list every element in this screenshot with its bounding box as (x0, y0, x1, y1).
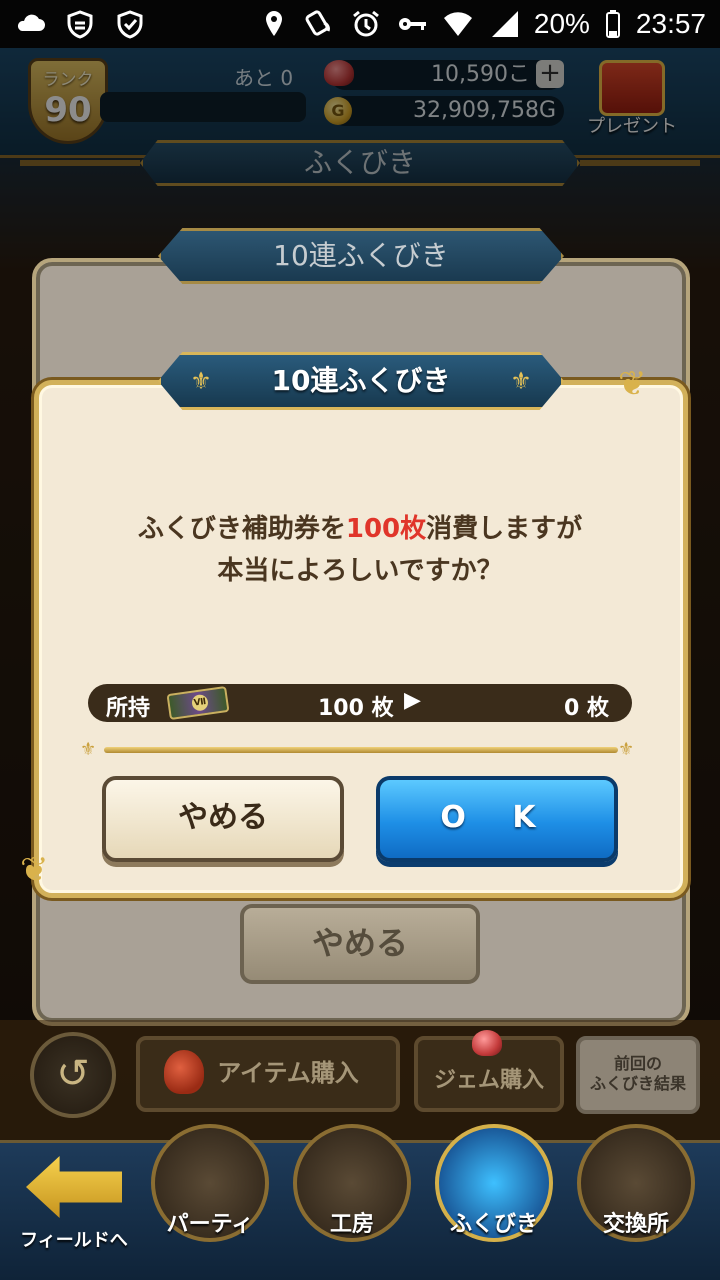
back-button[interactable]: ↺ (30, 1032, 116, 1118)
dialog-title: 10連ふくびき (158, 352, 564, 410)
nav-exchange-label: 交換所 (602, 1212, 669, 1237)
wifi-icon (443, 12, 472, 37)
signal-icon (491, 11, 518, 37)
message-line-1: ふくびき補助券を100枚消費しますが (60, 508, 660, 550)
divider-end-icon: ⚜ (618, 739, 635, 760)
prev-result-line-2: ふくびき結果 (589, 1074, 686, 1093)
shield-check-icon (67, 10, 93, 39)
divider-end-icon: ⚜ (80, 739, 97, 760)
message-prefix: ふくびき補助券を (137, 514, 346, 544)
nav-fukubiki[interactable]: ふくびき (430, 1124, 558, 1274)
cancel-button[interactable]: やめる (102, 776, 344, 862)
fleur-icon: ⚜ (510, 367, 532, 395)
nav-fukubiki-label: ふくびき (449, 1212, 538, 1237)
nav-party[interactable]: パーティ (146, 1124, 274, 1274)
location-icon (265, 11, 282, 36)
nfc-icon (305, 10, 330, 36)
ticket-count-highlight: 100枚 (345, 514, 427, 544)
ok-button[interactable]: O K (376, 776, 618, 862)
arrow-right-icon: ▶ (404, 688, 421, 713)
nav-workshop-label: 工房 (329, 1212, 374, 1237)
holdings-bar: 所持 Ⅶ 100 枚 ▶ 0 枚 (88, 684, 632, 722)
nav-exchange[interactable]: 交換所 (572, 1124, 700, 1274)
message-line-2: 本当によろしいですか？ (217, 556, 503, 586)
prev-result-line-1: 前回の (613, 1054, 662, 1073)
alarm-icon (352, 10, 379, 37)
nav-workshop[interactable]: 工房 (288, 1124, 416, 1274)
nav-party-label: パーティ (166, 1212, 254, 1237)
confirm-message: ふくびき補助券を100枚消費しますが 本当によろしいですか？ (60, 508, 660, 592)
fleur-icon: ⚜ (190, 367, 212, 395)
corner-ornament-icon: ❦ (20, 850, 49, 890)
gem-purchase-label: ジェム購入 (433, 1068, 544, 1093)
nav-field[interactable]: フィールドへ (18, 1150, 130, 1260)
message-suffix: 消費しますが (426, 514, 583, 544)
field-arrow-icon (26, 1156, 122, 1218)
holdings-label: 所持 (106, 696, 151, 721)
holdings-before: 100 枚 (318, 696, 394, 721)
key-icon (398, 18, 426, 30)
back-dialog-title: 10連ふくびき (158, 228, 564, 284)
nav-field-label: フィールドへ (20, 1230, 128, 1251)
divider-bar (104, 747, 618, 753)
battery-icon (605, 10, 620, 38)
shield-icon (117, 10, 143, 39)
status-bar: 20% 23:57 (0, 0, 720, 48)
battery-percent: 20% (533, 8, 590, 39)
previous-result-button[interactable]: 前回の ふくびき結果 (576, 1036, 700, 1114)
potion-icon (164, 1050, 204, 1094)
gem-icon (472, 1030, 502, 1056)
holdings-after: 0 枚 (564, 696, 609, 721)
item-purchase-label: アイテム購入 (217, 1059, 359, 1087)
back-cancel-button[interactable]: やめる (240, 904, 480, 984)
lottery-ticket-icon: Ⅶ (166, 685, 230, 721)
corner-ornament-icon: ❦ (618, 364, 647, 404)
ornamental-divider: ⚜ ⚜ (80, 739, 642, 760)
ticket-badge: Ⅶ (190, 693, 210, 712)
cloud-icon (17, 14, 45, 31)
clock: 23:57 (635, 8, 706, 39)
